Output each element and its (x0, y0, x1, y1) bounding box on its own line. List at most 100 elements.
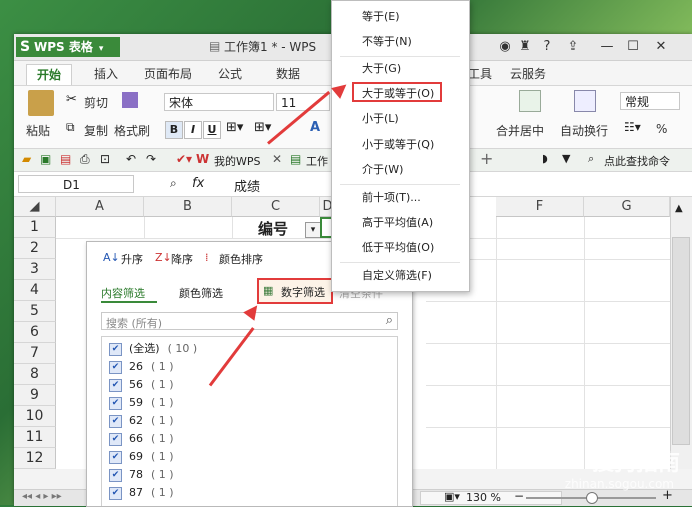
checkbox-checked-icon[interactable]: ✔ (109, 468, 122, 482)
search-icon[interactable]: ⌕ (386, 313, 393, 328)
checkbox-checked-icon[interactable]: ✔ (109, 360, 122, 374)
brush-icon[interactable] (122, 92, 138, 108)
scissors-icon[interactable]: ✂ (66, 92, 77, 107)
merge-icon[interactable] (519, 90, 541, 112)
column-header-b[interactable]: B (144, 197, 232, 217)
menu-item-custom-filter[interactable]: 自定义筛选(F) (362, 266, 432, 286)
sort-desc-button[interactable]: 降序 (171, 251, 193, 267)
merge-center-button[interactable]: 合并居中 (496, 122, 544, 139)
menu-item-below-average[interactable]: 低于平均值(O) (362, 238, 434, 258)
wrap-icon[interactable] (574, 90, 596, 112)
tab-formula[interactable]: 公式 (218, 64, 242, 84)
doc-tab[interactable]: 工作 (306, 153, 328, 169)
fx-label[interactable]: fx (192, 176, 204, 191)
print-icon[interactable]: ⎙ (80, 152, 90, 167)
row-header[interactable]: 5 (14, 301, 56, 322)
list-item[interactable]: ✔ 62 ( 1 ) (109, 412, 174, 430)
row-header[interactable]: 4 (14, 280, 56, 301)
list-item[interactable]: ✔ 56 ( 1 ) (109, 376, 174, 394)
number-format-select[interactable]: 常规 (620, 92, 680, 110)
menu-item-between[interactable]: 介于(W) (362, 160, 403, 180)
menu-item-less[interactable]: 小于(L) (362, 109, 399, 129)
row-header[interactable]: 6 (14, 322, 56, 343)
select-all-corner[interactable]: ◢ (14, 197, 56, 217)
preview-icon[interactable]: ⊡ (100, 152, 110, 166)
minimize-button[interactable]: — (598, 38, 616, 56)
italic-button[interactable]: I (184, 121, 202, 139)
search-command[interactable]: 点此查找命令 (604, 153, 670, 169)
tab-number-filter[interactable]: ▦ 数字筛选 (257, 278, 333, 304)
tab-home[interactable]: 开始 (26, 64, 72, 85)
name-box[interactable]: D1 (18, 175, 134, 193)
list-item[interactable]: ✔ 66 ( 1 ) (109, 430, 174, 448)
tab-cloud[interactable]: 云服务 (510, 64, 546, 84)
row-header[interactable]: 3 (14, 259, 56, 280)
zoom-search-icon[interactable]: ⌕ (170, 176, 177, 191)
tab-color-filter[interactable]: 颜色筛选 (179, 285, 223, 301)
format-painter-button[interactable]: 格式刷 (114, 122, 150, 139)
row-header[interactable]: 10 (14, 406, 56, 427)
currency-icon[interactable]: ☷▾ (624, 120, 641, 134)
zoom-level[interactable]: 130 % (466, 491, 501, 504)
copy-button[interactable]: 复制 (84, 122, 108, 139)
paste-button[interactable]: 粘贴 (26, 122, 50, 139)
row-header[interactable]: 11 (14, 427, 56, 448)
list-item[interactable]: ✔ 69 ( 1 ) (109, 448, 174, 466)
shirt-icon[interactable]: ♜ (516, 38, 534, 56)
close-tab-icon[interactable]: ✕ (272, 152, 282, 166)
undo-icon[interactable]: ↶ (126, 152, 136, 166)
checkbox-checked-icon[interactable]: ✔ (109, 378, 122, 392)
checkbox-checked-icon[interactable]: ✔ (109, 396, 122, 410)
copy-icon[interactable]: ⧉ (66, 120, 75, 135)
row-header[interactable]: 7 (14, 343, 56, 364)
zoom-out-icon[interactable]: − (514, 489, 524, 503)
border-icon[interactable]: ⊞▾ (226, 120, 243, 135)
paste-icon[interactable] (28, 90, 54, 116)
menu-item-top-ten[interactable]: 前十项(T)... (362, 188, 421, 208)
menu-item-equals[interactable]: 等于(E) (362, 7, 400, 27)
tab-insert[interactable]: 插入 (94, 64, 118, 84)
tab-content-filter[interactable]: 内容筛选 (101, 285, 145, 301)
menu-item-less-or-equal[interactable]: 小于或等于(Q) (362, 135, 434, 155)
row-header[interactable]: 9 (14, 385, 56, 406)
column-header-a[interactable]: A (56, 197, 144, 217)
list-item[interactable]: ✔ 78 ( 1 ) (109, 466, 174, 484)
customize-icon[interactable]: ✔▾ (176, 152, 192, 166)
my-wps-tab[interactable]: 我的WPS (214, 153, 261, 169)
app-menu-button[interactable]: S WPS 表格 ▾ (16, 37, 120, 57)
menu-item-not-equals[interactable]: 不等于(N) (362, 32, 412, 52)
list-item[interactable]: ✔ 59 ( 1 ) (109, 394, 174, 412)
redo-icon[interactable]: ↷ (146, 152, 156, 166)
color-sort-button[interactable]: 颜色排序 (219, 251, 263, 267)
checkbox-checked-icon[interactable]: ✔ (109, 486, 122, 500)
menu-item-above-average[interactable]: 高于平均值(A) (362, 213, 433, 233)
filter-icon[interactable]: ▼ (562, 152, 570, 165)
fill-grid-icon[interactable]: ⊞▾ (254, 120, 271, 135)
scrollbar-thumb[interactable] (672, 237, 690, 445)
sheet-nav-icon[interactable]: ◂◂ ◂ ▸ ▸▸ (22, 491, 62, 502)
column-header-f[interactable]: F (496, 197, 584, 217)
pdf-icon[interactable]: ▤ (60, 152, 71, 166)
folder-icon[interactable]: ▰ (22, 152, 31, 166)
list-item[interactable]: ✔ (全选) ( 10 ) (109, 340, 197, 358)
checkbox-checked-icon[interactable]: ✔ (109, 432, 122, 446)
column-header-g[interactable]: G (584, 197, 670, 217)
skin-icon[interactable]: ◉ (496, 38, 514, 56)
checkbox-checked-icon[interactable]: ✔ (109, 342, 122, 356)
zoom-slider-thumb[interactable] (586, 492, 598, 504)
view-icon[interactable]: ▣▾ (444, 490, 460, 503)
tab-data[interactable]: 数据 (276, 64, 300, 84)
help-icon[interactable]: ? (538, 38, 556, 56)
list-item[interactable]: ✔ 87 ( 1 ) (109, 484, 174, 502)
sort-asc-button[interactable]: 升序 (121, 251, 143, 267)
list-item[interactable]: ✔ 26 ( 1 ) (109, 358, 174, 376)
checkbox-checked-icon[interactable]: ✔ (109, 450, 122, 464)
row-header[interactable]: 8 (14, 364, 56, 385)
menu-item-greater[interactable]: 大于(G) (362, 59, 401, 79)
font-color-icon[interactable]: A (310, 120, 320, 135)
checkbox-checked-icon[interactable]: ✔ (109, 414, 122, 428)
cut-button[interactable]: 剪切 (84, 94, 108, 111)
scroll-up-icon[interactable]: ▲ (675, 203, 683, 214)
save-icon[interactable]: ▣ (40, 152, 51, 166)
cell-c1[interactable]: 编号 (258, 218, 288, 239)
